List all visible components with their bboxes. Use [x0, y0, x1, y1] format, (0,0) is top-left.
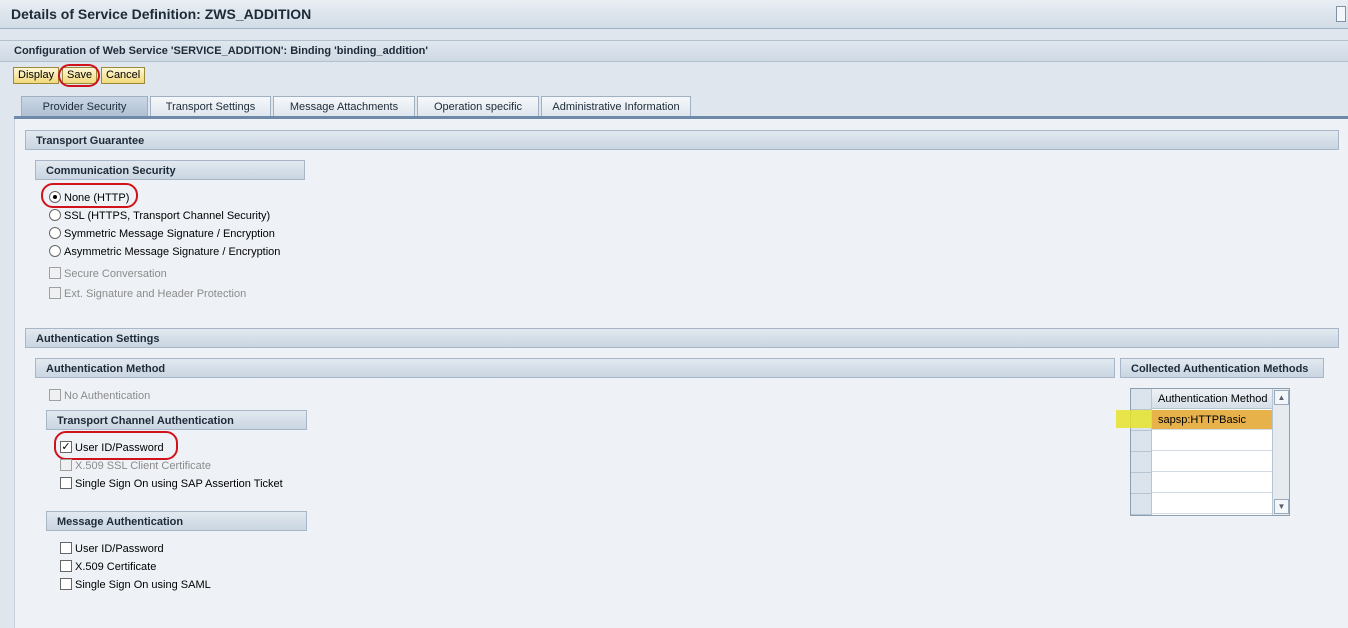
checkbox-user-id-password-message[interactable]: User ID/Password	[60, 541, 164, 557]
authentication-settings-header: Authentication Settings	[25, 328, 1339, 348]
checkbox-icon[interactable]	[60, 477, 72, 490]
communication-security-header: Communication Security	[35, 160, 305, 180]
checkbox-icon	[49, 389, 61, 402]
checkbox-icon	[60, 459, 72, 472]
configuration-title: Configuration of Web Service 'SERVICE_AD…	[14, 45, 429, 57]
row-selector[interactable]	[1131, 452, 1151, 473]
configuration-bar: Configuration of Web Service 'SERVICE_AD…	[0, 40, 1348, 62]
table-row[interactable]	[1152, 494, 1272, 514]
table-vertical-scrollbar[interactable]: ▲ ▼	[1272, 389, 1289, 515]
checkbox-sso-saml[interactable]: Single Sign On using SAML	[60, 577, 211, 593]
radio-icon[interactable]	[49, 209, 61, 222]
message-authentication-header: Message Authentication	[46, 511, 307, 531]
scroll-up-icon[interactable]: ▲	[1274, 390, 1289, 405]
radio-icon[interactable]	[49, 227, 61, 240]
yellow-highlight-marker	[1116, 410, 1152, 428]
checkbox-x509-certificate[interactable]: X.509 Certificate	[60, 559, 156, 575]
cancel-button[interactable]: Cancel	[101, 67, 146, 84]
scroll-down-icon[interactable]: ▼	[1274, 499, 1289, 514]
display-button[interactable]: Display	[13, 67, 60, 84]
row-selector[interactable]	[1131, 494, 1151, 515]
save-annotation-circle	[58, 64, 100, 87]
window-title-bar: Details of Service Definition: ZWS_ADDIT…	[0, 0, 1348, 29]
tab-operation-specific[interactable]: Operation specific	[417, 96, 539, 117]
row-selector[interactable]	[1131, 473, 1151, 494]
table-row[interactable]	[1152, 452, 1272, 472]
radio-ssl-https[interactable]: SSL (HTTPS, Transport Channel Security)	[49, 208, 270, 224]
tab-provider-security[interactable]: Provider Security	[21, 96, 148, 117]
column-header-authentication-method[interactable]: Authentication Method	[1152, 389, 1272, 409]
transport-guarantee-header: Transport Guarantee	[25, 130, 1339, 150]
table-row[interactable]	[1152, 431, 1272, 451]
tab-message-attachments[interactable]: Message Attachments	[273, 96, 415, 117]
tab-administrative-information[interactable]: Administrative Information	[541, 96, 691, 117]
checkbox-ext-signature: Ext. Signature and Header Protection	[49, 286, 246, 302]
radio-symmetric-signature[interactable]: Symmetric Message Signature / Encryption	[49, 226, 275, 242]
checkbox-sso-assertion-ticket[interactable]: Single Sign On using SAP Assertion Ticke…	[60, 476, 283, 492]
checkbox-icon	[49, 267, 61, 280]
user-id-annotation-circle	[54, 431, 178, 460]
collected-methods-header: Collected Authentication Methods	[1120, 358, 1324, 378]
checkbox-x509-ssl-client: X.509 SSL Client Certificate	[60, 458, 211, 474]
table-row[interactable]: sapsp:HTTPBasic	[1152, 410, 1272, 430]
window-title: Details of Service Definition: ZWS_ADDIT…	[11, 6, 312, 22]
window-corner-control[interactable]	[1336, 6, 1346, 22]
radio-asymmetric-signature[interactable]: Asymmetric Message Signature / Encryptio…	[49, 244, 280, 260]
checkbox-icon[interactable]	[60, 542, 72, 555]
authentication-method-header: Authentication Method	[35, 358, 1115, 378]
checkbox-icon	[49, 287, 61, 300]
none-http-annotation-circle	[41, 183, 138, 208]
table-row[interactable]	[1152, 473, 1272, 493]
tab-strip: Provider Security Transport Settings Mes…	[0, 96, 1348, 118]
transport-channel-auth-header: Transport Channel Authentication	[46, 410, 307, 430]
checkbox-icon[interactable]	[60, 578, 72, 591]
collected-methods-table: Authentication Method sapsp:HTTPBasic ▲ …	[1130, 388, 1290, 516]
tab-transport-settings[interactable]: Transport Settings	[150, 96, 271, 117]
checkbox-no-authentication: No Authentication	[49, 388, 150, 404]
checkbox-secure-conversation: Secure Conversation	[49, 266, 167, 282]
row-selector[interactable]	[1131, 431, 1151, 452]
checkbox-icon[interactable]	[60, 560, 72, 573]
radio-icon[interactable]	[49, 245, 61, 258]
select-all-cell[interactable]	[1131, 389, 1151, 410]
